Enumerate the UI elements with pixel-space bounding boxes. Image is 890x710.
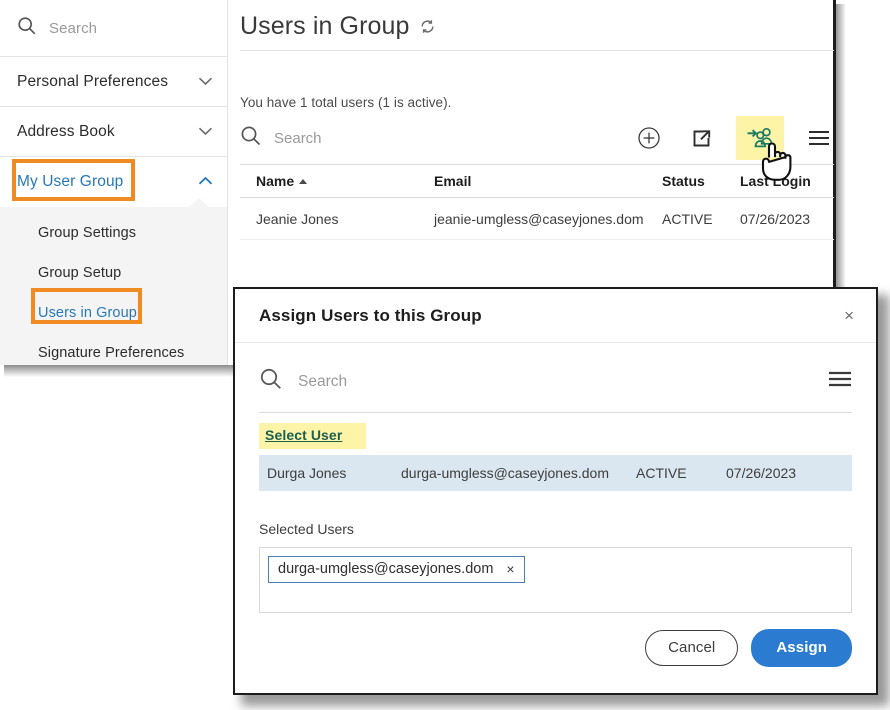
search-input[interactable]: Search <box>274 130 322 147</box>
page-header: Users in Group <box>240 0 836 48</box>
chip-remove-icon[interactable]: × <box>506 561 514 577</box>
screenshot-root: Users in Group You have 1 total users (1… <box>0 0 890 710</box>
selected-users-label: Selected Users <box>259 521 354 537</box>
column-header-name[interactable]: Name <box>240 173 434 189</box>
dialog-search-input[interactable]: Search <box>298 373 347 391</box>
select-user-highlight: Select User <box>259 423 367 449</box>
search-icon[interactable] <box>240 125 262 152</box>
dialog-result-row[interactable]: Durga Jones durga-umgless@caseyjones.dom… <box>259 455 852 491</box>
dialog-actions: Cancel Assign <box>259 629 852 667</box>
chip-label: durga-umgless@caseyjones.dom <box>278 561 494 577</box>
sidebar-item-address-book[interactable]: Address Book <box>0 107 227 157</box>
table-header-row: Name Email Status Last Login <box>240 164 834 198</box>
dialog-search-row: Search <box>259 351 852 413</box>
users-table: Name Email Status Last Login Jeanie Jone… <box>240 164 834 240</box>
dialog-header: Assign Users to this Group × <box>235 289 876 343</box>
sidebar-submenu: Group Settings Group Setup Users in Grou… <box>0 198 227 365</box>
selected-users-box[interactable]: durga-umgless@caseyjones.dom × <box>259 547 852 613</box>
hamburger-icon[interactable] <box>828 370 852 393</box>
table-row[interactable]: Jeanie Jones jeanie-umgless@caseyjones.d… <box>240 198 834 240</box>
column-header-last-login[interactable]: Last Login <box>740 173 830 189</box>
app-panel-shadow <box>836 4 846 296</box>
sidebar-item-label: Personal Preferences <box>17 72 169 90</box>
search-icon <box>17 16 37 41</box>
sidebar-bottom-shadow <box>4 365 236 377</box>
sidebar-item-personal-preferences[interactable]: Personal Preferences <box>0 57 227 107</box>
select-user-link[interactable]: Select User <box>265 427 342 443</box>
close-icon[interactable]: × <box>844 307 854 324</box>
assign-button[interactable]: Assign <box>751 629 852 667</box>
user-count-text: You have 1 total users (1 is active). <box>240 95 452 110</box>
chevron-up-icon <box>198 173 213 191</box>
sort-asc-icon <box>299 179 308 184</box>
sidebar-item-group-setup[interactable]: Group Setup <box>0 253 227 293</box>
cell-last-login: 07/26/2023 <box>726 465 797 481</box>
cell-status: ACTIVE <box>662 210 713 227</box>
refresh-icon[interactable] <box>419 18 436 40</box>
cell-email: durga-umgless@caseyjones.dom <box>401 465 609 481</box>
page-title: Users in Group <box>240 11 410 40</box>
sidebar-item-users-in-group[interactable]: Users in Group <box>0 293 227 333</box>
table-toolbar: Search <box>240 114 836 162</box>
assign-users-icon[interactable] <box>736 116 784 160</box>
chevron-down-icon <box>198 123 213 141</box>
chevron-down-icon <box>198 73 213 91</box>
dialog-title: Assign Users to this Group <box>259 305 482 325</box>
main-content: Users in Group You have 1 total users (1… <box>240 0 836 292</box>
column-header-email[interactable]: Email <box>434 173 662 189</box>
sidebar-item-label: My User Group <box>17 173 124 190</box>
cell-email: jeanie-umgless@caseyjones.dom <box>434 210 644 227</box>
sidebar-search[interactable]: Search <box>0 0 227 57</box>
column-header-status[interactable]: Status <box>662 173 740 189</box>
dialog-body: Search Select User Durga Jones durga-umg… <box>235 351 876 667</box>
cell-name: Durga Jones <box>267 465 347 481</box>
submenu-notch <box>188 198 210 208</box>
selected-user-chip: durga-umgless@caseyjones.dom × <box>268 556 525 583</box>
sidebar-item-label: Address Book <box>17 122 115 140</box>
cell-name: Jeanie Jones <box>256 210 339 227</box>
cell-status: ACTIVE <box>636 465 687 481</box>
assign-users-dialog: Assign Users to this Group × Search Sele… <box>233 287 878 695</box>
sidebar-item-group-settings[interactable]: Group Settings <box>0 213 227 253</box>
sidebar: Search Personal Preferences Address Book… <box>0 0 228 365</box>
title-divider <box>240 50 834 51</box>
cancel-button[interactable]: Cancel <box>645 630 739 666</box>
export-icon[interactable] <box>684 121 718 155</box>
sidebar-search-input[interactable]: Search <box>49 20 97 37</box>
sidebar-item-signature-preferences[interactable]: Signature Preferences <box>0 333 227 365</box>
cell-last-login: 07/26/2023 <box>740 210 811 227</box>
menu-icon[interactable] <box>802 121 836 155</box>
search-icon[interactable] <box>259 367 283 396</box>
add-user-icon[interactable] <box>632 121 666 155</box>
